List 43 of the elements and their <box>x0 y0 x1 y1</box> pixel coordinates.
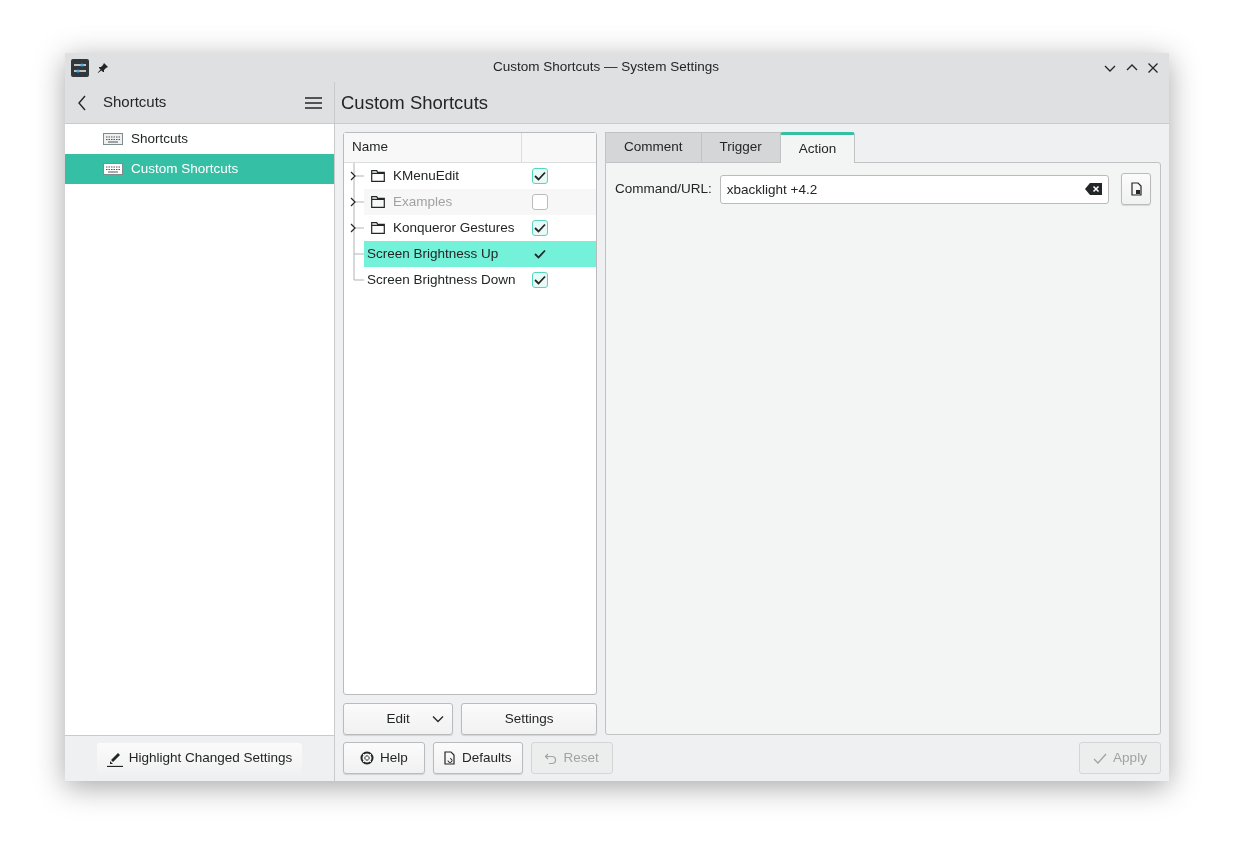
tree-branch-line <box>353 189 364 215</box>
page-title: Custom Shortcuts <box>340 90 489 115</box>
tree-row[interactable]: KMenuEdit <box>364 163 596 189</box>
pin-icon[interactable] <box>97 61 109 74</box>
highlighter-icon <box>106 750 123 767</box>
checkbox[interactable] <box>532 272 548 288</box>
caret-icon <box>432 715 445 723</box>
folder-icon <box>371 196 385 208</box>
defaults-button[interactable]: Defaults <box>433 742 523 774</box>
tree-row[interactable]: Screen Brightness Down <box>364 267 596 293</box>
tree-branch-line <box>353 163 364 189</box>
menu-icon[interactable] <box>305 95 322 110</box>
lifebuoy-icon <box>360 751 375 765</box>
tree-row[interactable]: Screen Brightness Up <box>364 241 596 267</box>
document-icon <box>444 751 456 765</box>
expander-arrow-icon[interactable] <box>350 223 356 233</box>
keyboard-icon <box>103 163 123 175</box>
undo-icon <box>544 751 558 765</box>
tree-row[interactable]: Konqueror Gestures <box>364 215 596 241</box>
app-icon <box>71 58 89 77</box>
maximize-icon[interactable] <box>1125 62 1139 73</box>
checkbox[interactable] <box>532 220 548 236</box>
checkmark-icon <box>1093 752 1108 764</box>
settings-button[interactable]: Settings <box>461 703 597 735</box>
command-label: Command/URL: <box>615 179 712 198</box>
document-icon <box>1130 182 1142 196</box>
help-button[interactable]: Help <box>343 742 425 774</box>
tab[interactable]: Action <box>779 132 856 163</box>
checkbox[interactable] <box>532 168 548 184</box>
tree-branch-line <box>353 215 364 241</box>
window-title: Custom Shortcuts — System Settings <box>492 58 720 77</box>
keyboard-icon <box>103 133 123 145</box>
browse-file-button[interactable] <box>1121 173 1151 205</box>
tab[interactable]: Trigger <box>700 132 781 162</box>
tab[interactable]: Comment <box>605 132 702 162</box>
folder-icon <box>371 170 385 182</box>
folder-icon <box>371 222 385 234</box>
edit-dropdown-button[interactable]: Edit <box>343 703 454 735</box>
expander-arrow-icon[interactable] <box>350 171 356 181</box>
sidebar-item[interactable]: Shortcuts <box>65 124 334 154</box>
close-icon[interactable] <box>1147 61 1159 74</box>
clear-icon[interactable] <box>1085 183 1102 195</box>
expander-arrow-icon[interactable] <box>350 197 356 207</box>
